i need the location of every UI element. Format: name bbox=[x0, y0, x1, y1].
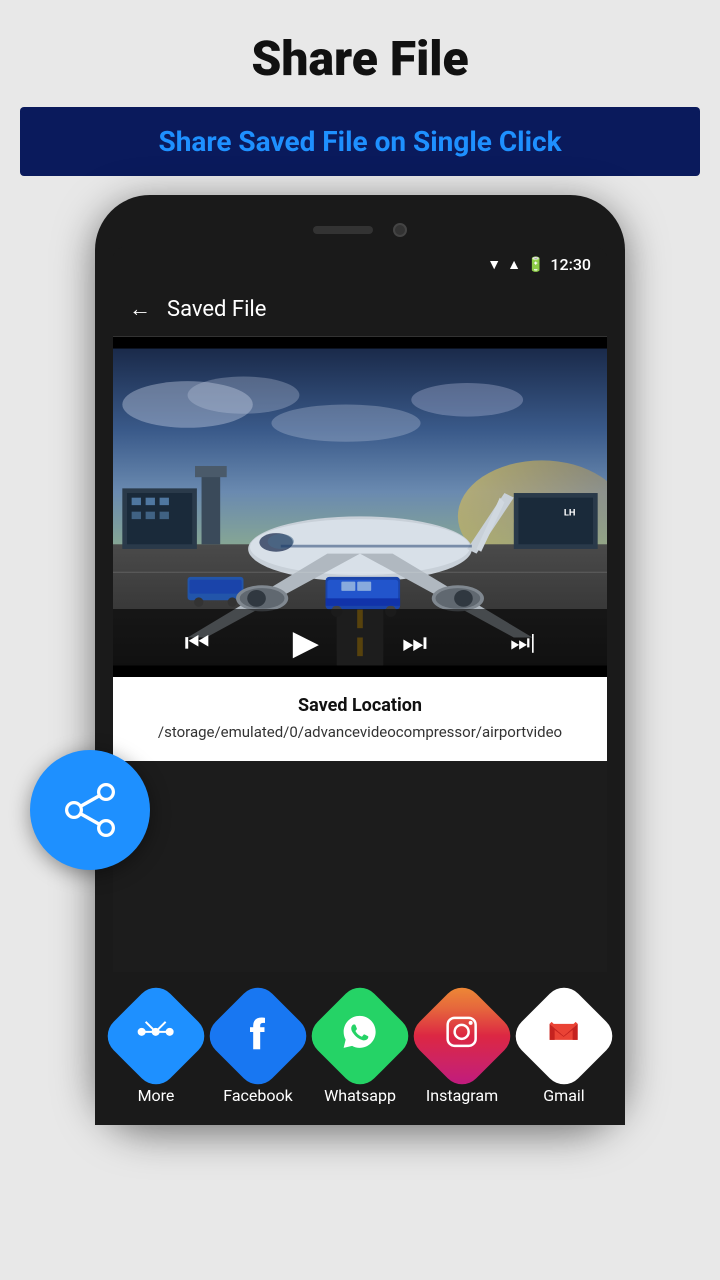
instagram-label: Instagram bbox=[426, 1086, 498, 1087]
share-app-facebook[interactable]: f Facebook bbox=[218, 996, 298, 1087]
share-fab[interactable] bbox=[30, 750, 150, 870]
page-title: Share File bbox=[0, 0, 720, 107]
signal-icon: ▲ bbox=[507, 256, 521, 273]
phone-top bbox=[113, 223, 607, 237]
phone-speaker bbox=[313, 226, 373, 234]
share-app-gmail[interactable]: Gmail bbox=[524, 996, 604, 1087]
share-app-more[interactable]: More bbox=[116, 996, 196, 1087]
app-bar: ← Saved File bbox=[113, 282, 607, 337]
video-controls: ⏮ ▶ ⏭ ⏭| bbox=[113, 609, 607, 677]
video-container: LH bbox=[113, 337, 607, 677]
more-icon bbox=[113, 979, 213, 1087]
rewind-button[interactable]: ⏮ bbox=[185, 626, 210, 660]
share-icon bbox=[60, 780, 120, 840]
fast-forward-button[interactable]: ⏭ bbox=[402, 626, 427, 660]
saved-info: Saved Location /storage/emulated/0/advan… bbox=[113, 677, 607, 761]
wifi-icon: ▼ bbox=[487, 256, 501, 273]
whatsapp-label: Whatsapp bbox=[324, 1086, 396, 1087]
skip-end-button[interactable]: ⏭| bbox=[510, 631, 535, 656]
share-app-instagram[interactable]: Instagram bbox=[422, 996, 502, 1087]
whatsapp-icon bbox=[303, 979, 416, 1087]
phone-mockup: ▼ ▲ 🔋 12:30 ← Saved File bbox=[95, 195, 625, 1125]
phone-screen: ▼ ▲ 🔋 12:30 ← Saved File bbox=[113, 247, 607, 1087]
play-button[interactable]: ▶ bbox=[293, 623, 319, 663]
gmail-label: Gmail bbox=[543, 1086, 584, 1087]
status-icons: ▼ ▲ 🔋 12:30 bbox=[487, 255, 591, 274]
banner: Share Saved File on Single Click bbox=[20, 107, 700, 176]
facebook-icon: f bbox=[201, 979, 314, 1087]
status-bar: ▼ ▲ 🔋 12:30 bbox=[113, 247, 607, 282]
battery-icon: 🔋 bbox=[527, 257, 544, 273]
banner-text: Share Saved File on Single Click bbox=[158, 125, 561, 158]
more-label: More bbox=[138, 1086, 175, 1087]
instagram-icon bbox=[405, 979, 518, 1087]
back-button[interactable]: ← bbox=[129, 296, 151, 322]
gmail-icon bbox=[507, 979, 607, 1087]
svg-text:LH: LH bbox=[564, 507, 576, 518]
phone-camera bbox=[393, 223, 407, 237]
facebook-label: Facebook bbox=[223, 1086, 292, 1087]
status-time: 12:30 bbox=[550, 255, 591, 274]
saved-location-label: Saved Location bbox=[133, 695, 587, 716]
share-bar: More f Facebook bbox=[113, 972, 607, 1087]
share-app-whatsapp[interactable]: Whatsapp bbox=[320, 996, 400, 1087]
app-bar-title: Saved File bbox=[167, 297, 266, 322]
saved-path: /storage/emulated/0/advancevideocompress… bbox=[133, 722, 587, 743]
